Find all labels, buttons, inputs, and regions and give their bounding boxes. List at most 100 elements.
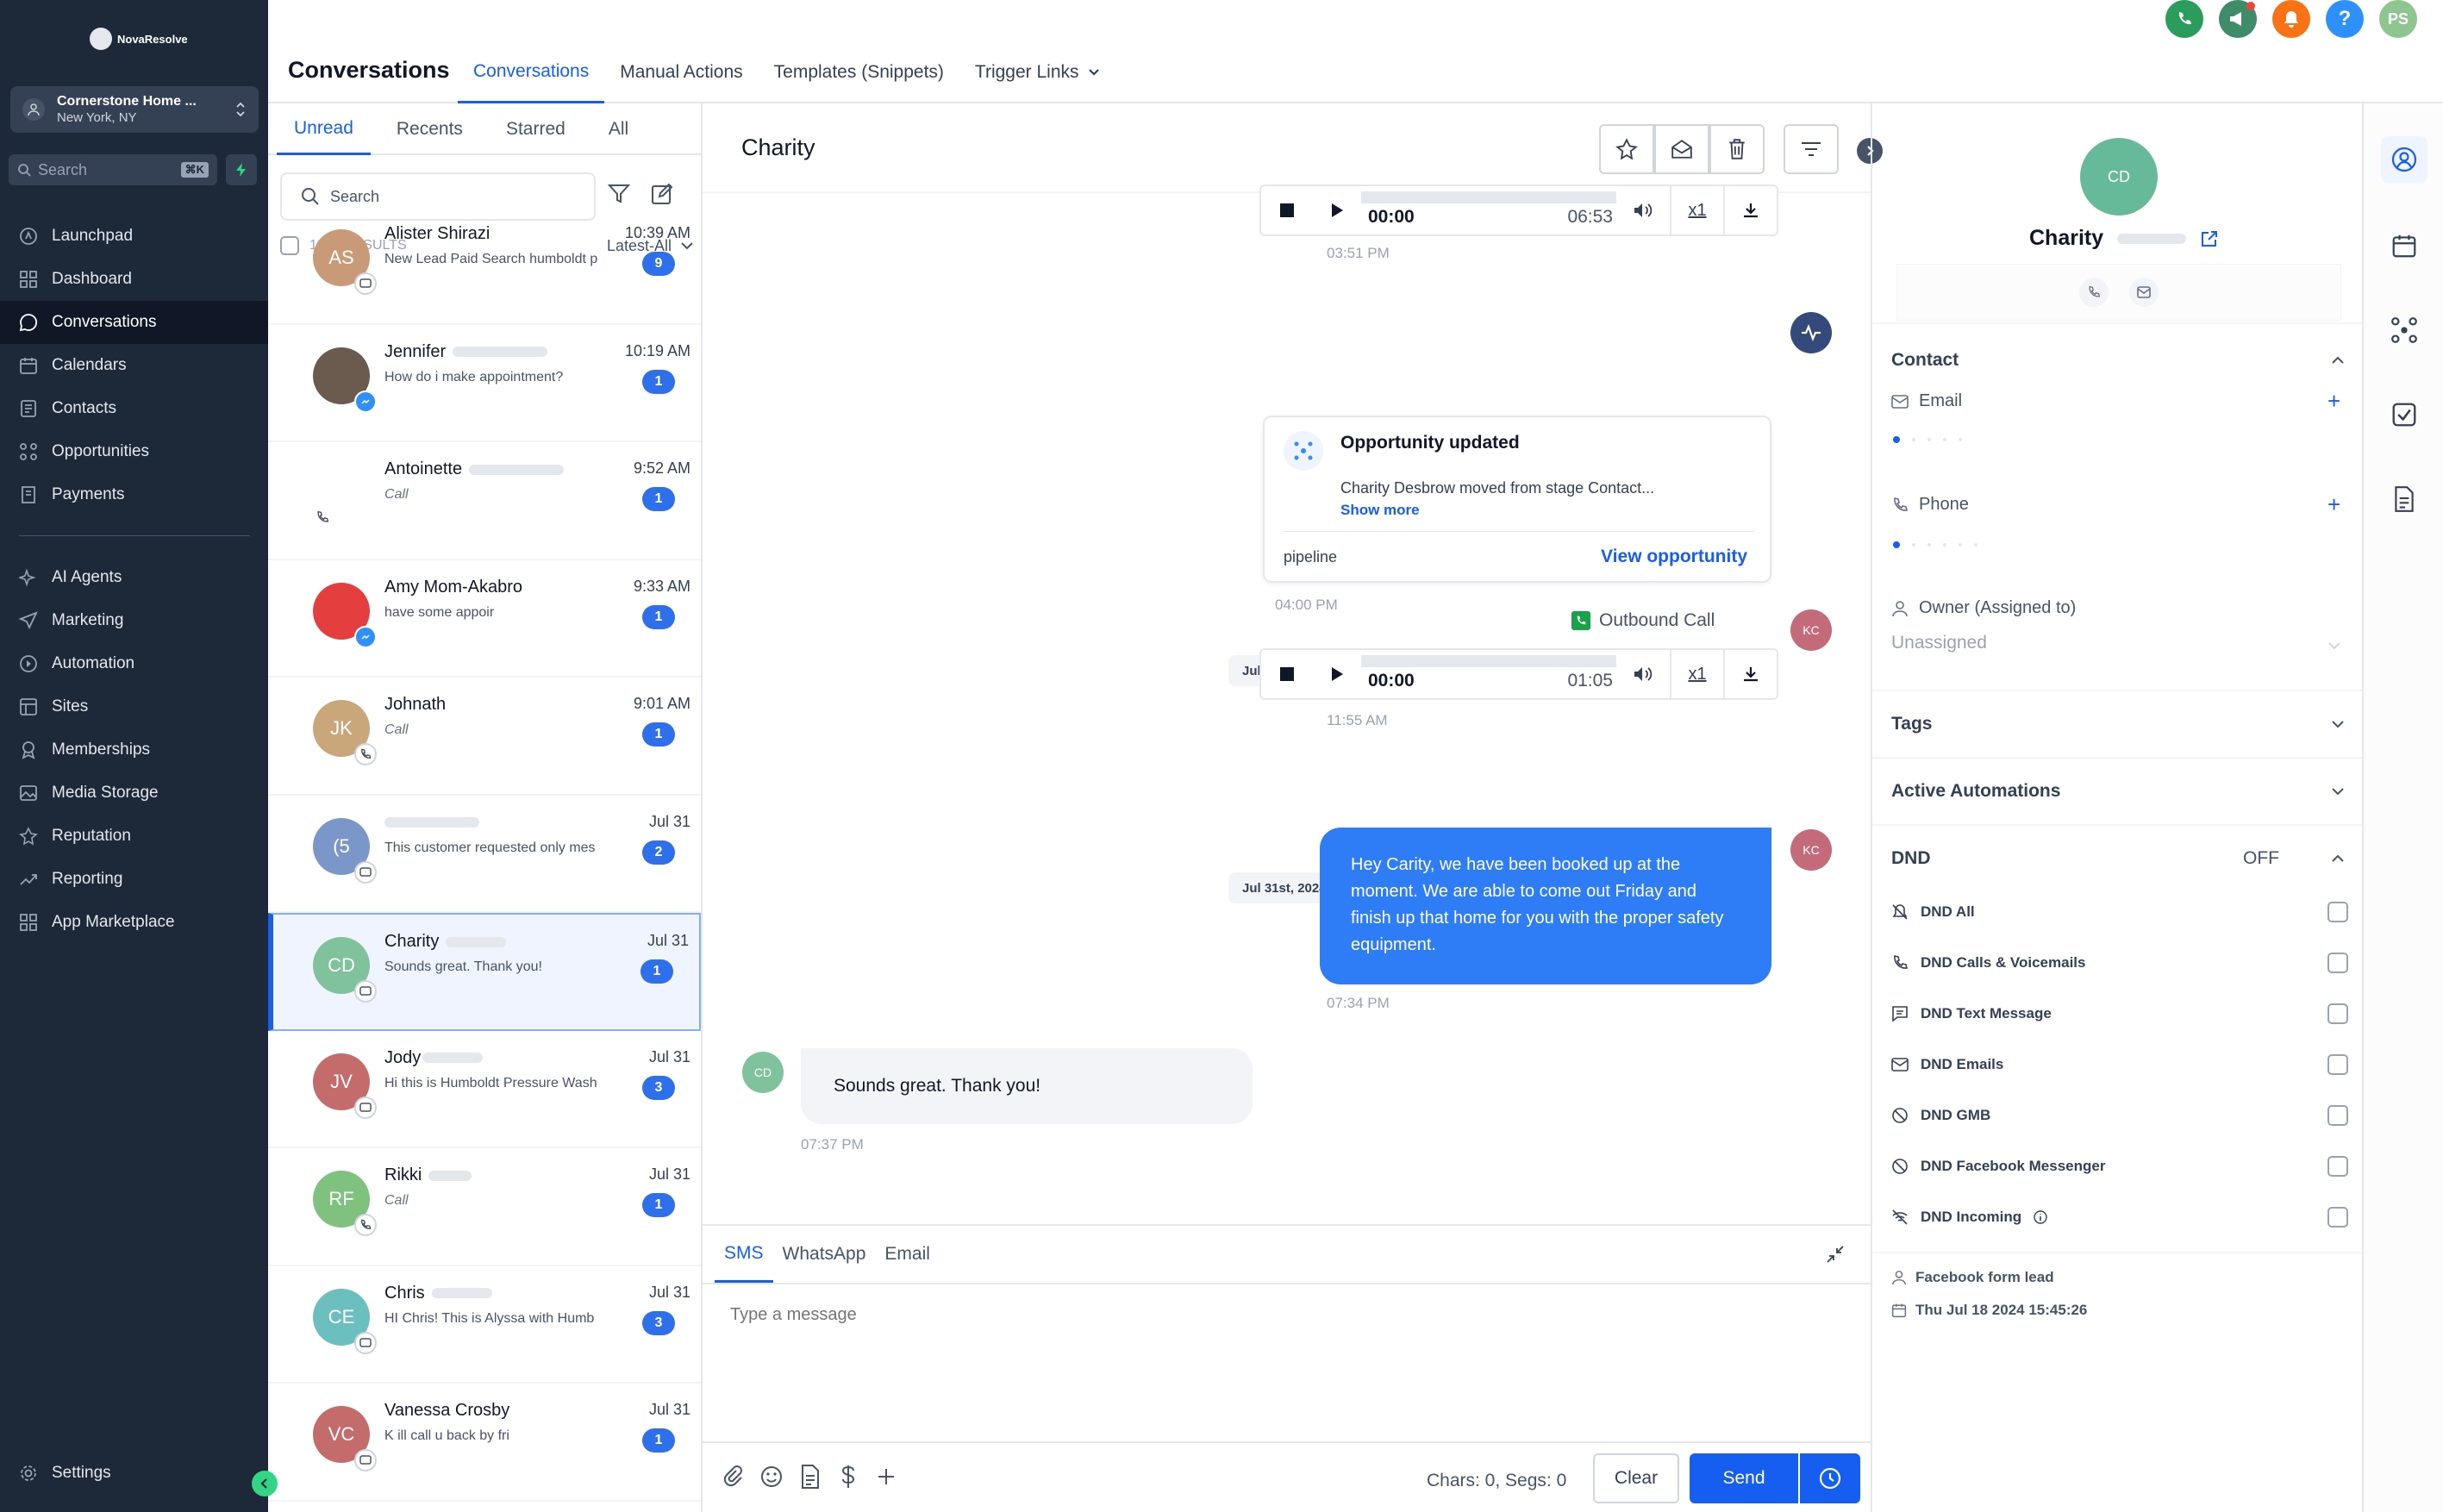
dnd-gmb-checkbox[interactable] <box>2327 1105 2348 1126</box>
send-button[interactable]: Send <box>1690 1453 1798 1503</box>
emoji-button[interactable] <box>759 1464 784 1490</box>
conversation-item[interactable]: VC Vanessa Crosby K ill call u back by f… <box>268 1384 701 1502</box>
tasks-tab[interactable] <box>2381 391 2427 438</box>
sidebar-item-app-marketplace[interactable]: App Marketplace <box>0 901 268 944</box>
open-contact-button[interactable] <box>2200 229 2219 248</box>
sidebar-item-contacts[interactable]: Contacts <box>0 387 268 430</box>
conversation-item[interactable]: JV Jody Hi this is Humboldt Pressure Was… <box>268 1031 701 1148</box>
phone-button[interactable] <box>2165 0 2203 38</box>
stop-button[interactable] <box>1261 203 1313 217</box>
view-opportunity-link[interactable]: View opportunity <box>1601 547 1747 567</box>
conversation-item[interactable]: JK Johnath Call 9:01 AM 1 <box>268 678 701 796</box>
conversation-item[interactable]: (5 This customer requested only mes Jul … <box>268 796 701 913</box>
tab-starred[interactable]: Starred <box>489 103 583 155</box>
audio-track[interactable]: 00:00 06:53 <box>1361 186 1616 234</box>
sidebar-item-settings[interactable]: Settings <box>0 1452 268 1495</box>
opportunities-tab[interactable] <box>2381 307 2427 353</box>
tab-manual-actions[interactable]: Manual Actions <box>604 41 758 103</box>
location-switcher[interactable]: Cornerstone Home ... New York, NY <box>10 86 259 133</box>
appointments-tab[interactable] <box>2381 222 2427 269</box>
download-button[interactable] <box>1723 650 1777 698</box>
tab-email[interactable]: Email <box>875 1226 940 1283</box>
template-button[interactable] <box>799 1464 822 1490</box>
add-phone-button[interactable]: + <box>2327 491 2340 518</box>
compose-button[interactable] <box>651 183 673 205</box>
help-button[interactable]: ? <box>2326 0 2364 38</box>
filter-messages-button[interactable] <box>1784 124 1839 174</box>
message-input[interactable] <box>703 1283 1871 1443</box>
contact-details-tab[interactable] <box>2381 136 2427 183</box>
mark-read-button[interactable] <box>1654 124 1709 174</box>
add-button[interactable] <box>875 1464 897 1490</box>
show-more-link[interactable]: Show more <box>1340 502 1420 519</box>
conversation-item[interactable]: RF Rikki Call Jul 31 1 <box>268 1148 701 1266</box>
sidebar-item-automation[interactable]: Automation <box>0 642 268 685</box>
sidebar-item-ai-agents[interactable]: AI Agents <box>0 556 268 599</box>
playback-speed-button[interactable]: x1 <box>1670 650 1723 698</box>
notifications-button[interactable] <box>2272 0 2310 38</box>
tab-recents[interactable]: Recents <box>379 103 480 155</box>
conversation-item[interactable]: Jennifer How do i make appointment? 10:1… <box>268 325 701 442</box>
schedule-send-button[interactable] <box>1800 1453 1860 1503</box>
stop-button[interactable] <box>1261 667 1313 681</box>
dnd-all-checkbox[interactable] <box>2327 902 2348 922</box>
tab-unread[interactable]: Unread <box>277 103 371 155</box>
user-avatar[interactable]: PS <box>2379 0 2417 38</box>
tab-all[interactable]: All <box>591 103 646 155</box>
tab-whatsapp[interactable]: WhatsApp <box>773 1226 876 1283</box>
sidebar-item-calendars[interactable]: Calendars <box>0 344 268 387</box>
sidebar-item-opportunities[interactable]: Opportunities <box>0 430 268 473</box>
dnd-text-checkbox[interactable] <box>2327 1003 2348 1024</box>
contact-section-header[interactable]: Contact <box>1891 343 2345 378</box>
brand-logo[interactable]: NovaResolve <box>90 28 188 50</box>
clear-button[interactable]: Clear <box>1593 1453 1679 1503</box>
play-button[interactable] <box>1313 666 1361 682</box>
dnd-incoming-checkbox[interactable] <box>2327 1207 2348 1228</box>
conversation-item-selected[interactable]: CD Charity Sounds great. Thank you! Jul … <box>268 913 701 1031</box>
owner-select[interactable]: Unassigned <box>1891 633 1987 653</box>
quick-actions-button[interactable] <box>226 154 257 185</box>
sidebar-item-conversations[interactable]: Conversations <box>0 301 268 344</box>
conversation-item[interactable]: AS Alister Shirazi New Lead Paid Search … <box>268 207 701 325</box>
conversation-item[interactable]: CE Chris HI Chris! This is Alyssa with H… <box>268 1266 701 1384</box>
dnd-calls-checkbox[interactable] <box>2327 953 2348 973</box>
sidebar-item-dashboard[interactable]: Dashboard <box>0 258 268 301</box>
play-button[interactable] <box>1313 203 1361 218</box>
automations-section-header[interactable]: Active Automations <box>1891 774 2345 809</box>
filter-button[interactable] <box>608 183 630 205</box>
delete-button[interactable] <box>1709 124 1765 174</box>
sidebar-item-media-storage[interactable]: Media Storage <box>0 772 268 815</box>
sidebar-search[interactable]: Search ⌘K <box>9 154 217 185</box>
tags-section-header[interactable]: Tags <box>1891 707 2345 741</box>
email-contact-button[interactable] <box>2129 278 2159 307</box>
sidebar-item-launchpad[interactable]: Launchpad <box>0 215 268 258</box>
sidebar-item-reporting[interactable]: Reporting <box>0 858 268 901</box>
add-email-button[interactable]: + <box>2327 388 2340 415</box>
conversation-item[interactable]: Antoinette Call 9:52 AM 1 <box>268 442 701 560</box>
tab-sms[interactable]: SMS <box>715 1226 773 1283</box>
call-contact-button[interactable] <box>2079 278 2109 307</box>
playback-speed-button[interactable]: x1 <box>1670 186 1723 234</box>
sidebar-item-reputation[interactable]: Reputation <box>0 815 268 858</box>
tab-templates[interactable]: Templates (Snippets) <box>759 41 959 103</box>
attach-button[interactable] <box>722 1464 744 1490</box>
notes-tab[interactable] <box>2381 476 2427 522</box>
star-button[interactable] <box>1599 124 1654 174</box>
dnd-facebook-checkbox[interactable] <box>2327 1156 2348 1177</box>
sidebar-item-payments[interactable]: Payments <box>0 473 268 516</box>
sidebar-item-marketing[interactable]: Marketing <box>0 599 268 642</box>
download-button[interactable] <box>1723 186 1777 234</box>
conversation-item[interactable]: Amy Mom-Akabro have some appoir 9:33 AM … <box>268 560 701 678</box>
tab-trigger-links[interactable]: Trigger Links <box>959 41 1115 103</box>
dnd-emails-checkbox[interactable] <box>2327 1054 2348 1075</box>
tab-conversations[interactable]: Conversations <box>458 41 605 103</box>
volume-button[interactable] <box>1616 186 1670 234</box>
audio-track[interactable]: 00:00 01:05 <box>1361 650 1616 698</box>
sidebar-item-sites[interactable]: Sites <box>0 685 268 728</box>
announcements-button[interactable] <box>2219 0 2257 38</box>
collapse-composer-button[interactable] <box>1826 1245 1845 1264</box>
volume-button[interactable] <box>1616 650 1670 698</box>
payment-button[interactable] <box>837 1464 859 1490</box>
sidebar-item-memberships[interactable]: Memberships <box>0 728 268 772</box>
dnd-section-header[interactable]: DND OFF <box>1891 841 2345 876</box>
